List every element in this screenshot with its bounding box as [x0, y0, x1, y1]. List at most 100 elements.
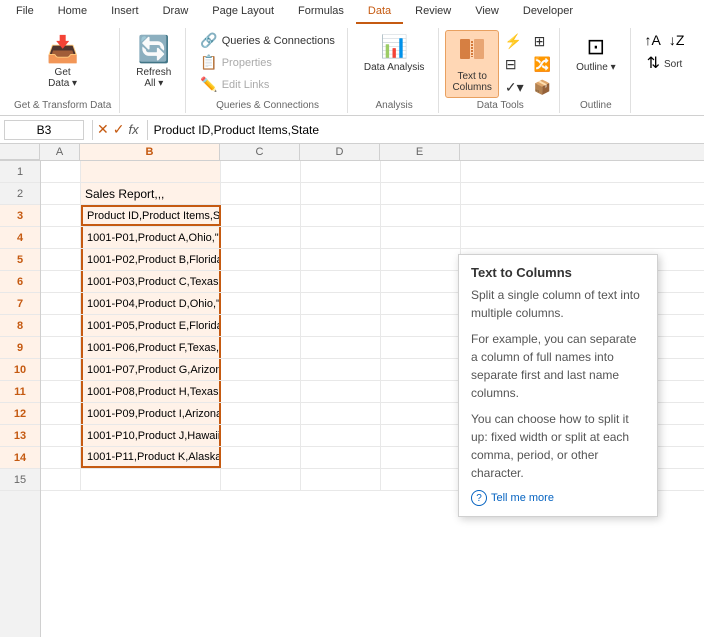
- cancel-formula-icon[interactable]: ✕: [97, 121, 109, 138]
- cell-a15[interactable]: [41, 469, 81, 490]
- cell-c13[interactable]: [221, 425, 301, 446]
- cell-e11[interactable]: [381, 381, 461, 402]
- col-header-a[interactable]: A: [40, 144, 80, 160]
- tab-view[interactable]: View: [463, 0, 511, 24]
- cell-d8[interactable]: [301, 315, 381, 336]
- row-num-14[interactable]: 14: [0, 447, 40, 469]
- cell-b11[interactable]: 1001-P08,Product H,Texas,"$4,800 ": [81, 381, 221, 402]
- cell-b7[interactable]: 1001-P04,Product D,Ohio,"$2,833 ": [81, 293, 221, 314]
- cell-b9[interactable]: 1001-P06,Product F,Texas,"$1,822 ": [81, 337, 221, 358]
- cell-d13[interactable]: [301, 425, 381, 446]
- col-header-d[interactable]: D: [300, 144, 380, 160]
- tab-home[interactable]: Home: [46, 0, 99, 24]
- queries-connections-button[interactable]: 🔗 Queries & Connections: [196, 30, 339, 51]
- cell-a7[interactable]: [41, 293, 81, 314]
- row-num-13[interactable]: 13: [0, 425, 40, 447]
- data-validation-button[interactable]: ✓▾: [501, 77, 528, 98]
- cell-d4[interactable]: [301, 227, 381, 248]
- cell-e14[interactable]: [381, 447, 461, 468]
- tab-page-layout[interactable]: Page Layout: [200, 0, 286, 24]
- row-num-9[interactable]: 9: [0, 337, 40, 359]
- edit-links-button[interactable]: ✏️ Edit Links: [196, 74, 273, 95]
- cell-c8[interactable]: [221, 315, 301, 336]
- cell-e8[interactable]: [381, 315, 461, 336]
- cell-d7[interactable]: [301, 293, 381, 314]
- cell-b8[interactable]: 1001-P05,Product E,Florida,"$2,863 ": [81, 315, 221, 336]
- cell-a6[interactable]: [41, 271, 81, 292]
- cell-c12[interactable]: [221, 403, 301, 424]
- cell-e2[interactable]: [381, 183, 461, 204]
- flash-fill-button[interactable]: ⚡: [501, 31, 528, 52]
- cell-d1[interactable]: [301, 161, 381, 182]
- col-header-b[interactable]: B: [80, 144, 220, 160]
- cell-a1[interactable]: [41, 161, 81, 182]
- cell-a5[interactable]: [41, 249, 81, 270]
- insert-function-icon[interactable]: fx: [128, 122, 138, 137]
- tab-formulas[interactable]: Formulas: [286, 0, 356, 24]
- cell-c4[interactable]: [221, 227, 301, 248]
- consolidate-button[interactable]: ⊞: [530, 31, 555, 52]
- row-num-12[interactable]: 12: [0, 403, 40, 425]
- cell-e10[interactable]: [381, 359, 461, 380]
- cell-a9[interactable]: [41, 337, 81, 358]
- cell-c1[interactable]: [221, 161, 301, 182]
- properties-button[interactable]: 📋 Properties: [196, 52, 276, 73]
- relationships-button[interactable]: 🔀: [530, 54, 555, 75]
- cell-b12[interactable]: 1001-P09,Product I,Arizona,"$1,790 ": [81, 403, 221, 424]
- cell-c5[interactable]: [221, 249, 301, 270]
- cell-d6[interactable]: [301, 271, 381, 292]
- row-num-15[interactable]: 15: [0, 469, 40, 491]
- cell-e13[interactable]: [381, 425, 461, 446]
- cell-d9[interactable]: [301, 337, 381, 358]
- remove-duplicates-button[interactable]: ⊟: [501, 54, 528, 75]
- cell-d2[interactable]: [301, 183, 381, 204]
- sort-za-button[interactable]: ↓Z: [666, 30, 688, 50]
- row-num-1[interactable]: 1: [0, 161, 40, 183]
- row-num-8[interactable]: 8: [0, 315, 40, 337]
- cell-reference-input[interactable]: [4, 120, 84, 140]
- cell-c11[interactable]: [221, 381, 301, 402]
- cell-c7[interactable]: [221, 293, 301, 314]
- cell-b14[interactable]: 1001-P11,Product K,Alaska,"$6,000 ": [81, 447, 221, 468]
- cell-b5[interactable]: 1001-P02,Product B,Florida,"$3,709 ": [81, 249, 221, 270]
- cell-a2[interactable]: [41, 183, 81, 204]
- cell-d14[interactable]: [301, 447, 381, 468]
- cell-d10[interactable]: [301, 359, 381, 380]
- tab-insert[interactable]: Insert: [99, 0, 151, 24]
- row-num-6[interactable]: 6: [0, 271, 40, 293]
- tab-developer[interactable]: Developer: [511, 0, 585, 24]
- cell-a12[interactable]: [41, 403, 81, 424]
- cell-e5[interactable]: [381, 249, 461, 270]
- row-num-7[interactable]: 7: [0, 293, 40, 315]
- cell-e3[interactable]: [381, 205, 461, 226]
- col-header-e[interactable]: E: [380, 144, 460, 160]
- cell-a4[interactable]: [41, 227, 81, 248]
- cell-e15[interactable]: [381, 469, 461, 490]
- cell-e12[interactable]: [381, 403, 461, 424]
- cell-e6[interactable]: [381, 271, 461, 292]
- cell-b2[interactable]: Sales Report,,,: [81, 183, 221, 204]
- formula-input[interactable]: [152, 121, 700, 139]
- row-num-10[interactable]: 10: [0, 359, 40, 381]
- row-num-11[interactable]: 11: [0, 381, 40, 403]
- sort-button[interactable]: ⇅ Sort: [641, 51, 689, 75]
- cell-d11[interactable]: [301, 381, 381, 402]
- cell-d5[interactable]: [301, 249, 381, 270]
- cell-a10[interactable]: [41, 359, 81, 380]
- col-header-c[interactable]: C: [220, 144, 300, 160]
- tab-data[interactable]: Data: [356, 0, 403, 24]
- cell-a11[interactable]: [41, 381, 81, 402]
- cell-c9[interactable]: [221, 337, 301, 358]
- tab-file[interactable]: File: [4, 0, 46, 24]
- cell-a13[interactable]: [41, 425, 81, 446]
- cell-c10[interactable]: [221, 359, 301, 380]
- cell-b1[interactable]: [81, 161, 221, 182]
- cell-c3[interactable]: [221, 205, 301, 226]
- outline-button[interactable]: ⊡ Outline ▾: [570, 30, 621, 77]
- refresh-all-button[interactable]: 🔄 RefreshAll ▾: [130, 30, 177, 93]
- cell-c2[interactable]: [221, 183, 301, 204]
- cell-a8[interactable]: [41, 315, 81, 336]
- cell-b10[interactable]: 1001-P07,Product G,Arizona,"$3,410 ": [81, 359, 221, 380]
- row-num-4[interactable]: 4: [0, 227, 40, 249]
- cell-b6[interactable]: 1001-P03,Product C,Texas,"$5,175 ": [81, 271, 221, 292]
